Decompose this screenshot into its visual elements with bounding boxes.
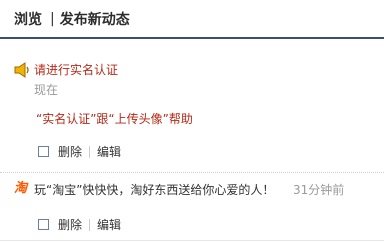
- entry-actions: 删除 编辑: [38, 143, 121, 160]
- action-separator: [89, 218, 91, 231]
- entry-time: 31分钟前: [293, 183, 345, 197]
- select-checkbox[interactable]: [38, 219, 49, 230]
- action-separator: [89, 145, 91, 158]
- edit-button[interactable]: 编辑: [97, 216, 121, 233]
- tab-separator: |: [50, 10, 55, 27]
- taobao-icon: 淘: [14, 181, 28, 196]
- megaphone-icon: [14, 62, 32, 78]
- tab-browse[interactable]: 浏览: [14, 9, 42, 29]
- entry-time: 现在: [34, 83, 59, 97]
- entry-text: 玩“淘宝”快快快，淘好东西送给你心爱的人！: [34, 183, 275, 197]
- verify-title-link[interactable]: 请进行实名认证: [34, 61, 118, 78]
- entry-actions: 删除 编辑: [38, 216, 121, 233]
- help-link[interactable]: “实名认证”跟“上传头像”帮助: [36, 110, 193, 127]
- header-rule: [0, 37, 384, 39]
- entry-divider: [0, 172, 384, 174]
- delete-button[interactable]: 删除: [58, 216, 82, 233]
- bottom-rule: [0, 240, 384, 241]
- select-checkbox[interactable]: [38, 146, 49, 157]
- delete-button[interactable]: 删除: [58, 143, 82, 160]
- edit-button[interactable]: 编辑: [97, 143, 121, 160]
- feed-header: 浏览 | 发布新动态: [0, 0, 384, 37]
- tab-publish-update[interactable]: 发布新动态: [60, 9, 130, 29]
